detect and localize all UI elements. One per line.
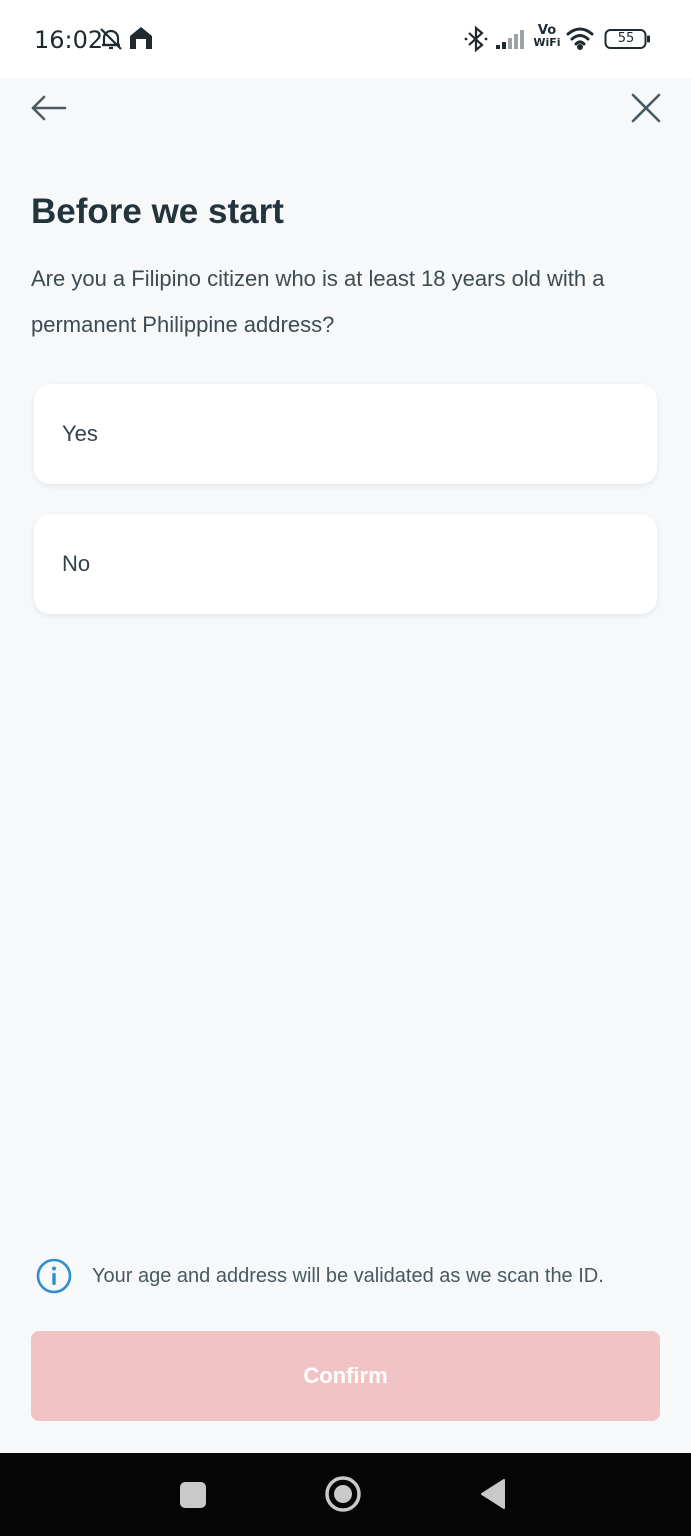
question-text: Are you a Filipino citizen who is at lea… [31, 266, 605, 337]
vowifi-bottom-label: WiFi [533, 36, 561, 49]
close-icon [631, 93, 661, 123]
signal-icon [496, 28, 528, 55]
battery-level: 55 [617, 31, 635, 46]
triangle-back-icon [481, 1479, 505, 1509]
home-button[interactable] [324, 1475, 362, 1513]
status-bar: 16:02 Vo WiFi 55 [0, 0, 691, 78]
bluetooth-icon [463, 25, 489, 58]
option-yes-label: Yes [62, 421, 98, 446]
mute-bell-icon [98, 26, 124, 57]
info-note: Your age and address will be validated a… [36, 1256, 666, 1296]
battery-icon: 55 [604, 28, 652, 55]
system-nav-bar [0, 1453, 691, 1536]
info-text: Your age and address will be validated a… [92, 1264, 604, 1287]
confirm-button[interactable]: Confirm [31, 1331, 660, 1421]
home-notification-icon [128, 25, 154, 56]
option-no-label: No [62, 551, 91, 576]
info-icon [36, 1258, 72, 1294]
option-no[interactable]: No [34, 514, 657, 614]
status-time: 16:02 [34, 26, 104, 54]
vowifi-icon: Vo WiFi [532, 24, 562, 49]
option-yes[interactable]: Yes [34, 384, 657, 484]
square-icon [180, 1482, 206, 1508]
circle-home-icon [325, 1476, 361, 1512]
back-nav-button[interactable] [478, 1477, 508, 1511]
wifi-icon [565, 26, 595, 55]
page-title: Before we start [31, 192, 284, 231]
arrow-left-icon [31, 95, 67, 121]
back-button[interactable] [25, 84, 73, 132]
app-bar [0, 78, 691, 148]
close-button[interactable] [622, 84, 670, 132]
recents-button[interactable] [178, 1480, 208, 1510]
